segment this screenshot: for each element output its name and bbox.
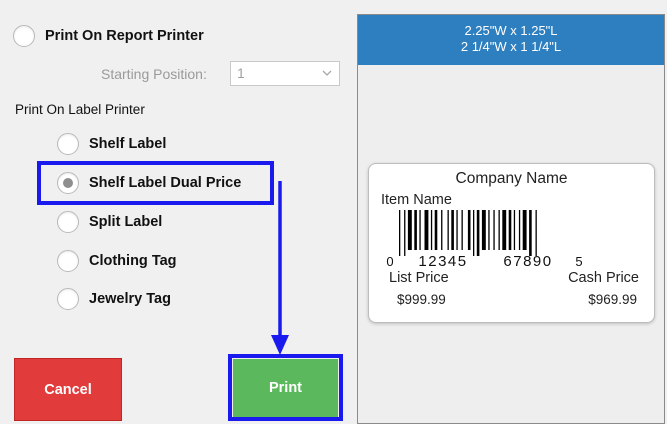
barcode-bar [508,210,512,250]
company-name: Company Name [455,170,568,187]
barcode-bar [434,210,438,250]
arrow-down-icon [271,181,289,355]
split-label-radio[interactable] [57,211,79,233]
barcode-bar [467,210,471,250]
barcode-left-digits: 12345 [418,253,467,268]
barcode-right-digits: 67890 [503,253,552,268]
barcode-bar [447,210,449,250]
starting-position-select[interactable]: 1 [230,61,340,86]
clothing-tag-label: Clothing Tag [89,253,177,269]
jewelry-tag-option[interactable]: Jewelry Tag [57,288,171,310]
chevron-down-icon [321,62,333,94]
barcode-bar [399,210,401,256]
barcode-bar [473,210,475,256]
shelf-label-option[interactable]: Shelf Label [57,133,166,155]
label-printer-section-label: Print On Label Printer [15,102,145,117]
barcode-bar [419,210,421,250]
selection-highlight-box [37,161,274,205]
barcode-bar [430,210,433,250]
barcode-bar [451,210,454,250]
shelf-label-radio[interactable] [57,133,79,155]
cash-price-value: $969.99 [588,292,637,307]
clothing-tag-radio[interactable] [57,250,79,272]
report-printer-label: Print On Report Printer [45,28,204,44]
item-name: Item Name [381,192,452,208]
print-options-panel: Print On Report Printer Starting Positio… [0,0,352,424]
barcode-bar [476,210,480,256]
jewelry-tag-label: Jewelry Tag [89,291,171,307]
list-price-label: List Price [389,270,449,286]
label-size-header: 2.25"W x 1.25"L 2 1/4"W x 1 1/4"L [358,15,664,65]
split-label-label: Split Label [89,214,163,230]
barcode-bar [498,210,500,250]
label-size-fraction: 2 1/4"W x 1 1/4"L [460,39,562,54]
barcode-bar [502,210,507,250]
label-preview-panel: 2.25"W x 1.25"L 2 1/4"W x 1 1/4"L Compan… [357,14,665,424]
clothing-tag-option[interactable]: Clothing Tag [57,250,177,272]
report-printer-option[interactable]: Print On Report Printer [13,25,204,47]
split-label-option[interactable]: Split Label [57,211,162,233]
barcode-bar [522,210,527,250]
barcode-bar [404,210,406,256]
barcode-bar [481,210,486,250]
jewelry-tag-radio[interactable] [57,288,79,310]
label-preview-card: Company Name Item Name 0 12345 67890 5 L… [368,163,655,323]
barcode: 0 12345 67890 5 [386,210,583,268]
starting-position-label: Starting Position: [101,66,207,82]
barcode-bar [493,210,495,250]
barcode-bar [529,210,532,256]
barcode-bar [488,210,490,250]
cancel-button[interactable]: Cancel [14,358,122,421]
barcode-last-digit: 5 [575,254,582,268]
barcode-first-digit: 0 [386,254,393,268]
print-highlight-box [228,354,343,421]
barcode-bar [456,210,458,250]
barcode-bar [414,210,417,250]
barcode-bar [518,210,521,250]
barcode-bar [461,210,463,250]
barcode-bar [513,210,516,250]
shelf-label-label: Shelf Label [89,136,167,152]
starting-position-value: 1 [237,65,245,81]
label-size-decimal: 2.25"W x 1.25"L [464,23,558,38]
barcode-bar [407,210,412,250]
barcode-bar [424,210,429,250]
barcode-bar [441,210,443,250]
report-printer-radio[interactable] [13,25,35,47]
barcode-bar [535,210,537,256]
cash-price-label: Cash Price [568,270,639,286]
list-price-value: $999.99 [397,292,446,307]
